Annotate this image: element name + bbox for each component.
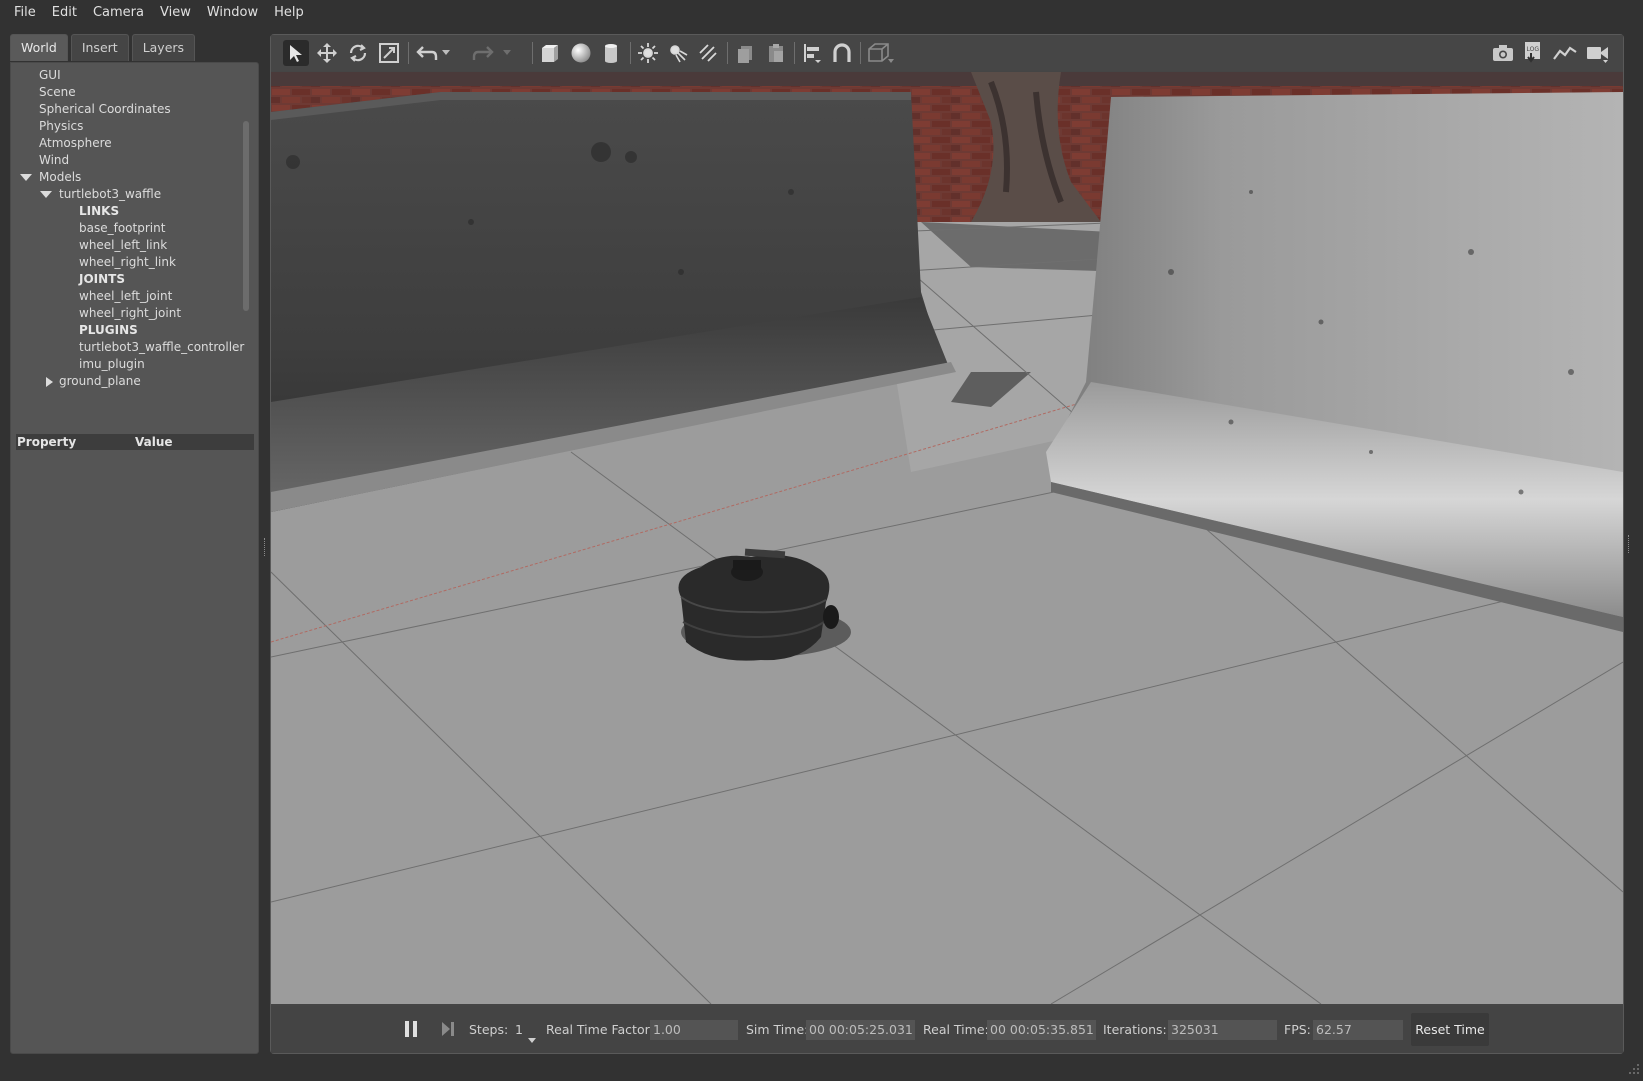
property-column-header[interactable]: Property (17, 434, 76, 450)
view-angle-icon[interactable] (865, 40, 897, 66)
directional-light-icon[interactable] (695, 40, 721, 66)
select-arrow-icon[interactable] (283, 40, 309, 66)
tree-item-wind[interactable]: Wind (11, 152, 246, 169)
tree-item-link[interactable]: base_footprint (11, 220, 246, 237)
menu-edit[interactable]: Edit (44, 2, 85, 24)
step-icon (442, 1022, 454, 1036)
tree-item-spherical-coordinates[interactable]: Spherical Coordinates (11, 101, 246, 118)
redo-history-chevron-down-icon[interactable] (500, 40, 514, 66)
tree-item-ground-plane[interactable]: ground_plane (11, 373, 246, 390)
tree-header-joints: JOINTS (79, 272, 126, 286)
tab-insert[interactable]: Insert (70, 34, 129, 61)
copy-icon[interactable] (732, 40, 758, 66)
video-record-icon[interactable] (1585, 40, 1611, 66)
tree-item-ground-plane-label: ground_plane (59, 374, 141, 388)
undo-icon[interactable] (413, 40, 439, 66)
svg-text:LOG: LOG (1527, 46, 1540, 53)
plot-icon[interactable] (1552, 40, 1578, 66)
collapsed-arrow-icon[interactable] (46, 377, 53, 387)
panel-splitter[interactable] (264, 538, 267, 556)
align-icon[interactable] (799, 40, 825, 66)
right-splitter[interactable] (1628, 535, 1631, 553)
screenshot-icon[interactable] (1490, 40, 1516, 66)
real-time-factor-field: 1.00 (650, 1020, 738, 1040)
panel-tabs: World Insert Layers (10, 34, 198, 62)
reset-time-button[interactable]: Reset Time (1411, 1013, 1489, 1046)
steps-chevron-down-icon[interactable] (528, 1029, 536, 1048)
translate-icon[interactable] (314, 40, 340, 66)
real-time-label: Real Time: (923, 1022, 989, 1037)
size-grip-icon[interactable] (1628, 1060, 1640, 1074)
box-icon[interactable] (537, 40, 563, 66)
world-tree: GUI Scene Spherical Coordinates Physics … (11, 67, 246, 397)
tree-item-physics[interactable]: Physics (11, 118, 246, 135)
tree-item-models-label: Models (39, 170, 82, 184)
paste-icon[interactable] (763, 40, 789, 66)
expand-arrow-icon[interactable] (40, 191, 52, 198)
steps-label: Steps: (469, 1022, 509, 1037)
menu-file[interactable]: File (6, 2, 44, 24)
rotate-icon[interactable] (345, 40, 371, 66)
tree-item-joint[interactable]: wheel_left_joint (11, 288, 246, 305)
sim-time-label: Sim Time: (746, 1022, 809, 1037)
expand-arrow-icon[interactable] (20, 174, 32, 181)
value-column-header[interactable]: Value (135, 434, 173, 450)
tree-item-atmosphere[interactable]: Atmosphere (11, 135, 246, 152)
menu-camera[interactable]: Camera (85, 2, 152, 24)
snap-icon[interactable] (829, 40, 855, 66)
real-time-field: 00 00:05:35.851 (987, 1020, 1096, 1040)
sim-time-field: 00 00:05:25.031 (806, 1020, 915, 1040)
menu-help[interactable]: Help (266, 2, 312, 24)
menu-window[interactable]: Window (199, 2, 266, 24)
tree-item-joint[interactable]: wheel_right_joint (11, 305, 246, 322)
tree-item-model-label: turtlebot3_waffle (59, 187, 162, 201)
fps-field: 62.57 (1313, 1020, 1403, 1040)
tree-item-model[interactable]: turtlebot3_waffle (11, 186, 246, 203)
log-icon[interactable]: LOG (1520, 40, 1546, 66)
tree-item-gui[interactable]: GUI (11, 67, 246, 84)
tree-item-link[interactable]: wheel_left_link (11, 237, 246, 254)
step-button[interactable] (438, 1018, 458, 1040)
tree-item-link[interactable]: wheel_right_link (11, 254, 246, 271)
redo-icon[interactable] (471, 40, 497, 66)
point-light-icon[interactable] (635, 40, 661, 66)
scene-viewport[interactable] (271, 72, 1623, 1004)
pause-icon (405, 1021, 417, 1037)
tree-item-models[interactable]: Models (11, 169, 246, 186)
real-time-factor-label: Real Time Factor: (546, 1022, 654, 1037)
tree-item-scene[interactable]: Scene (11, 84, 246, 101)
iterations-label: Iterations: (1103, 1022, 1167, 1037)
pause-button[interactable] (402, 1018, 420, 1040)
tree-item-plugin[interactable]: turtlebot3_waffle_controller (11, 339, 246, 356)
fps-label: FPS: (1284, 1022, 1311, 1037)
undo-history-chevron-down-icon[interactable] (439, 40, 453, 66)
iterations-field: 325031 (1168, 1020, 1277, 1040)
spot-light-icon[interactable] (665, 40, 691, 66)
simulation-status-bar: Steps: 1 Real Time Factor: 1.00 Sim Time… (271, 1006, 1623, 1053)
menu-view[interactable]: View (152, 2, 199, 24)
scale-icon[interactable] (376, 40, 402, 66)
steps-value[interactable]: 1 (515, 1022, 523, 1037)
tree-scrollbar[interactable] (243, 121, 249, 311)
tab-layers[interactable]: Layers (131, 34, 196, 61)
sphere-icon[interactable] (568, 40, 594, 66)
tree-header-plugins: PLUGINS (79, 323, 138, 337)
scene-render (271, 72, 1623, 1004)
tree-item-plugin[interactable]: imu_plugin (11, 356, 246, 373)
tree-header-links: LINKS (79, 204, 120, 218)
main-view-frame: LOG Steps: 1 Real Time Factor: 1.00 Sim … (270, 34, 1624, 1054)
property-table-header: Property Value (16, 434, 254, 450)
tab-world[interactable]: World (10, 34, 68, 61)
toolbar: LOG (271, 35, 1623, 71)
menubar: File Edit Camera View Window Help (0, 0, 1643, 26)
cylinder-icon[interactable] (598, 40, 624, 66)
left-panel: World Insert Layers GUI Scene Spherical … (10, 34, 259, 1054)
world-tree-panel: GUI Scene Spherical Coordinates Physics … (10, 62, 259, 1054)
